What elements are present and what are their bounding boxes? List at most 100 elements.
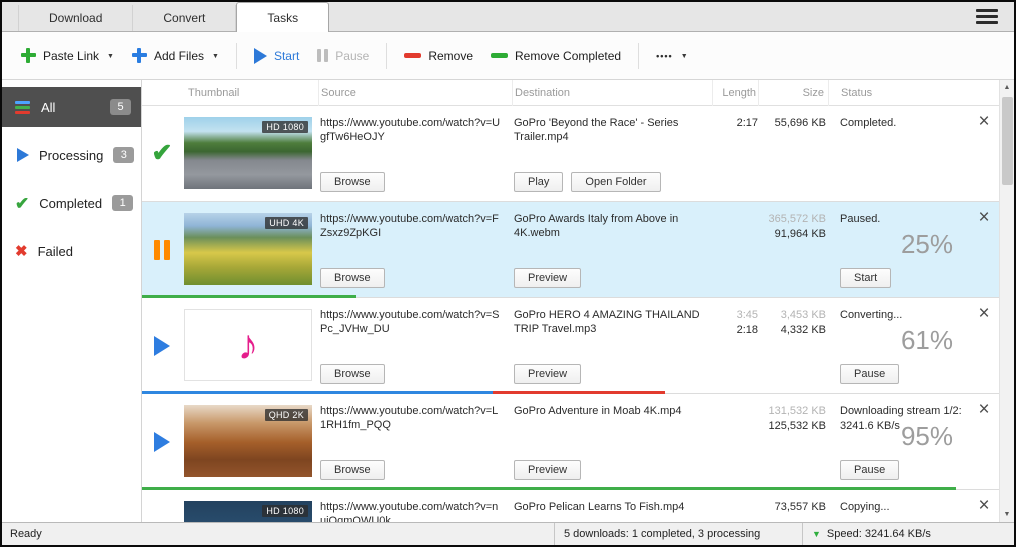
ellipsis-icon: •••• (656, 51, 673, 61)
source-url: https://www.youtube.com/watch?v=nujOqmOW… (320, 500, 504, 522)
length-value: 2:17 (712, 117, 758, 129)
task-row[interactable]: QHD 2K https://www.youtube.com/watch?v=L… (142, 394, 999, 490)
task-row[interactable]: ✔ HD 1080 https://www.youtube.com/watch?… (142, 106, 999, 202)
sidebar-item-completed[interactable]: ✔ Completed 1 (2, 183, 141, 223)
count-badge: 1 (112, 195, 133, 211)
preview-button[interactable]: Preview (514, 364, 581, 384)
toolbar-divider (236, 43, 237, 69)
browse-button[interactable]: Browse (320, 460, 385, 480)
x-icon: ✖ (15, 244, 28, 259)
video-thumbnail: UHD 4K (184, 213, 312, 285)
sidebar-item-label: Failed (38, 244, 73, 259)
tab-tasks[interactable]: Tasks (236, 2, 329, 32)
tab-download[interactable]: Download (18, 5, 133, 31)
processing-icon (154, 432, 170, 452)
task-row[interactable]: ✔ HD 1080 https://www.youtube.com/watch?… (142, 490, 999, 522)
main-content: All 5 Processing 3 ✔ Completed 1 ✖ Faile… (2, 80, 1014, 522)
pause-task-button[interactable]: Pause (840, 460, 899, 480)
plus-icon (132, 48, 147, 63)
size-total: 131,532 KB (758, 405, 826, 417)
status-ready: Ready (2, 528, 554, 540)
more-actions-button[interactable]: •••• ▼ (647, 45, 697, 67)
remove-completed-icon (491, 53, 508, 58)
play-icon (254, 48, 267, 64)
browse-button[interactable]: Browse (320, 364, 385, 384)
progress-percent: 95% (901, 423, 953, 449)
status-text: Converting... (840, 308, 902, 323)
pause-task-button[interactable]: Pause (840, 364, 899, 384)
browse-button[interactable]: Browse (320, 172, 385, 192)
paste-link-button[interactable]: Paste Link ▼ (12, 42, 123, 69)
toolbar-divider (638, 43, 639, 69)
music-note-icon: ♪ (238, 324, 259, 366)
remove-completed-button[interactable]: Remove Completed (482, 43, 630, 69)
scroll-up-icon[interactable]: ▲ (1000, 80, 1014, 95)
close-icon[interactable]: × (978, 208, 989, 227)
task-table: Thumbnail Source Destination Length Size… (142, 80, 999, 522)
status-text: Downloading stream 1/2: (840, 404, 962, 419)
task-row[interactable]: ♪ https://www.youtube.com/watch?v=SPc_JV… (142, 298, 999, 394)
chevron-down-icon[interactable]: ▼ (681, 53, 688, 60)
open-folder-button[interactable]: Open Folder (571, 172, 660, 192)
plus-icon (21, 48, 36, 63)
sidebar-item-failed[interactable]: ✖ Failed (2, 231, 141, 271)
tab-convert[interactable]: Convert (133, 5, 236, 31)
sidebar-item-label: All (41, 100, 55, 115)
progress-bar (142, 295, 999, 298)
pause-button[interactable]: Pause (308, 43, 378, 69)
sidebar-item-all[interactable]: All 5 (2, 87, 141, 127)
chevron-down-icon[interactable]: ▼ (212, 53, 219, 60)
sidebar: All 5 Processing 3 ✔ Completed 1 ✖ Faile… (2, 80, 142, 522)
audio-thumbnail: ♪ (184, 309, 312, 381)
size-total: 365,572 KB (758, 213, 826, 225)
status-bar: Ready 5 downloads: 1 completed, 3 proces… (2, 522, 1014, 545)
status-downloads: 5 downloads: 1 completed, 3 processing (554, 523, 802, 545)
menu-icon[interactable] (976, 9, 998, 24)
toolbar-divider (386, 43, 387, 69)
status-speed: Speed: 3241.64 KB/s (827, 528, 931, 540)
remove-button[interactable]: Remove (395, 43, 482, 69)
pause-label: Pause (335, 49, 369, 63)
video-thumbnail: QHD 2K (184, 405, 312, 477)
scrollbar-thumb[interactable] (1002, 97, 1013, 185)
size-value: 55,696 KB (758, 117, 826, 129)
size-done: 125,532 KB (758, 420, 826, 432)
header-thumbnail: Thumbnail (142, 80, 318, 106)
source-url: https://www.youtube.com/watch?v=SPc_JVHw… (320, 308, 504, 337)
add-files-button[interactable]: Add Files ▼ (123, 42, 228, 69)
close-icon[interactable]: × (978, 400, 989, 419)
sidebar-item-processing[interactable]: Processing 3 (2, 135, 141, 175)
chevron-down-icon[interactable]: ▼ (107, 53, 114, 60)
start-button[interactable]: Start (245, 42, 308, 70)
app-window: Download Convert Tasks Paste Link ▼ Add … (0, 0, 1016, 547)
close-icon[interactable]: × (978, 496, 989, 515)
size-value: 73,557 KB (758, 501, 826, 513)
size-done: 4,332 KB (758, 324, 826, 336)
source-url: https://www.youtube.com/watch?v=UgfTw6He… (320, 116, 504, 145)
play-icon (17, 148, 29, 162)
close-icon[interactable]: × (978, 304, 989, 323)
header-status: Status (828, 80, 969, 106)
task-row[interactable]: UHD 4K https://www.youtube.com/watch?v=F… (142, 202, 999, 298)
play-button[interactable]: Play (514, 172, 563, 192)
progress-bar (142, 391, 999, 394)
quality-badge: HD 1080 (262, 505, 308, 517)
count-badge: 3 (113, 147, 134, 163)
destination-file: GoPro Awards Italy from Above in 4K.webm (514, 212, 702, 241)
status-text: Copying... (840, 500, 890, 515)
header-source: Source (318, 80, 512, 106)
header-length: Length (712, 80, 758, 106)
vertical-scrollbar: ▲ ▼ (999, 80, 1014, 522)
completed-icon: ✔ (152, 141, 173, 166)
remove-icon (404, 53, 421, 58)
browse-button[interactable]: Browse (320, 268, 385, 288)
remove-completed-label: Remove Completed (515, 49, 621, 63)
scroll-down-icon[interactable]: ▼ (1000, 507, 1014, 522)
preview-button[interactable]: Preview (514, 268, 581, 288)
length-total: 3:45 (712, 309, 758, 321)
start-task-button[interactable]: Start (840, 268, 891, 288)
download-speed-icon: ▼ (812, 529, 821, 539)
destination-file: GoPro HERO 4 AMAZING THAILAND TRIP Trave… (514, 308, 702, 337)
close-icon[interactable]: × (978, 112, 989, 131)
preview-button[interactable]: Preview (514, 460, 581, 480)
